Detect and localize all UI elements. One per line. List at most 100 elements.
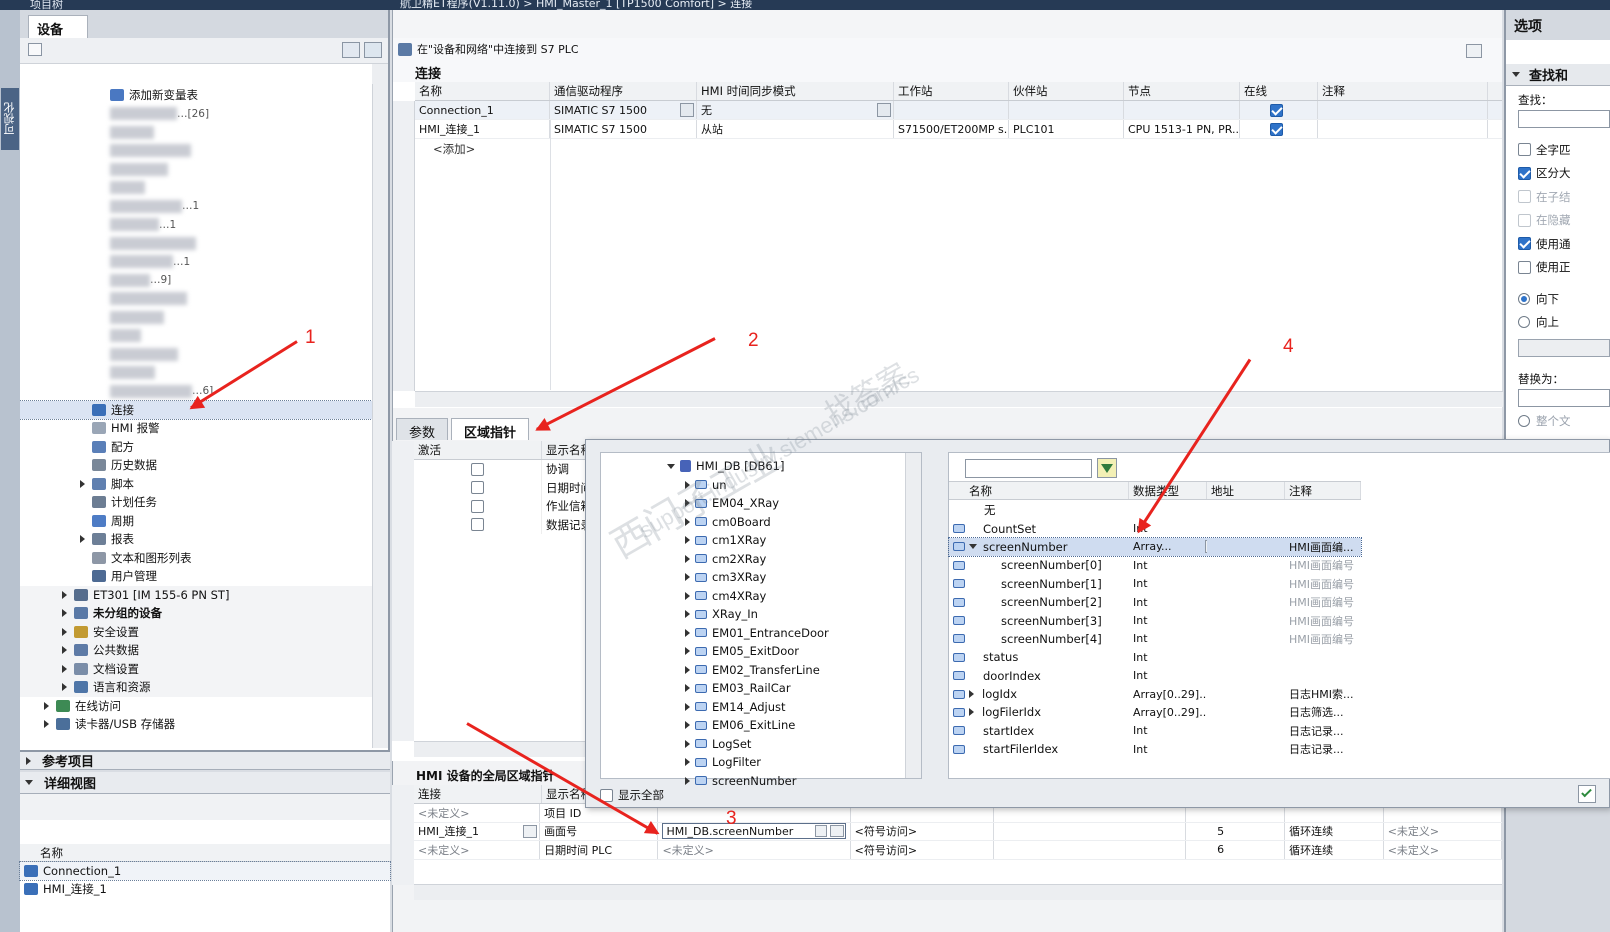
conn-col-header[interactable]: 伙伴站 <box>1009 82 1124 100</box>
chevron-right-icon[interactable] <box>685 554 690 563</box>
tag-row[interactable]: screenNumber[2] Int HMI画面编号 <box>949 593 1361 611</box>
connection-row[interactable]: Connection_1 SIMATIC S7 1500 无 <box>415 101 1502 120</box>
active-checkbox[interactable] <box>471 499 484 513</box>
global-hscroll[interactable] <box>414 884 1502 900</box>
tree-item[interactable]: ET301 [IM 155-6 PN ST] <box>20 585 372 604</box>
active-checkbox[interactable] <box>471 462 484 476</box>
tree-item[interactable]: 报表 <box>20 530 372 549</box>
array-edit-icon[interactable] <box>1205 539 1207 553</box>
tag-row[interactable]: screenNumber[1] Int HMI画面编号 <box>949 575 1361 593</box>
conn-col-header[interactable]: 节点 <box>1124 82 1240 100</box>
db-tree-item[interactable]: LogFilter <box>601 753 921 772</box>
tree-item[interactable] <box>20 142 372 161</box>
detail-row[interactable]: HMI_连接_1 <box>20 880 390 898</box>
conn-col-header[interactable]: 通信驱动程序 <box>550 82 697 100</box>
tree-item[interactable] <box>20 234 372 253</box>
tree-item[interactable]: 脚本 <box>20 475 372 494</box>
find-option-checkbox[interactable] <box>1518 213 1531 227</box>
chevron-right-icon[interactable] <box>685 573 690 582</box>
find-option-checkbox[interactable] <box>1518 143 1531 157</box>
tree-item[interactable] <box>20 345 372 364</box>
db-tree-item[interactable]: cm4XRay <box>601 587 921 606</box>
chevron-right-icon[interactable] <box>969 708 974 717</box>
chevron-right-icon[interactable] <box>62 646 67 655</box>
db-tree-item[interactable]: EM05_ExitDoor <box>601 642 921 661</box>
chevron-right-icon[interactable] <box>62 664 67 673</box>
tree-item[interactable]: …9] <box>20 271 372 290</box>
connection-row[interactable]: HMI_连接_1 SIMATIC S7 1500 从站 S71500/ET200MP … <box>415 120 1502 139</box>
db-tree-item[interactable]: EM03_RailCar <box>601 679 921 698</box>
global-pointer-row[interactable]: HMI_连接_1 画面号 HMI_DB.screenNumber <符号访问> 5 循环连… <box>414 822 1503 841</box>
tree-item[interactable]: 语言和资源 <box>20 678 372 697</box>
visualization-vtab[interactable]: 可视化 <box>1 88 19 150</box>
find-option-checkbox[interactable] <box>1518 237 1531 251</box>
global-pointer-row[interactable]: <未定义> 日期时间 PLC <未定义> <符号访问> 6 循环连续 <未定义> <box>414 841 1503 860</box>
list-view-icon[interactable] <box>342 42 360 58</box>
devices-tab[interactable]: 设备 <box>28 15 88 38</box>
chevron-right-icon[interactable] <box>969 690 974 699</box>
tree-item[interactable]: …1 <box>20 253 372 272</box>
conn-col-header[interactable]: HMI 时间同步模式 <box>697 82 894 100</box>
tree-item[interactable]: …[26] <box>20 105 372 124</box>
tree-item[interactable]: 历史数据 <box>20 456 372 475</box>
tree-item[interactable]: 计划任务 <box>20 493 372 512</box>
tag-row[interactable]: screenNumber[0] Int HMI画面编号 <box>949 556 1361 574</box>
dropdown-icon[interactable] <box>680 103 694 117</box>
active-checkbox[interactable] <box>471 481 484 495</box>
options-icon[interactable] <box>1466 44 1482 58</box>
tree-item[interactable]: 用户管理 <box>20 567 372 586</box>
tree-item[interactable]: 公共数据 <box>20 641 372 660</box>
find-input[interactable] <box>1518 110 1610 128</box>
tree-item[interactable]: 安全设置 <box>20 622 372 641</box>
tree-item[interactable] <box>20 179 372 198</box>
db-tree-item[interactable]: XRay_In <box>601 605 921 624</box>
chevron-right-icon[interactable] <box>685 610 690 619</box>
chevron-right-icon[interactable] <box>685 591 690 600</box>
confirm-icon[interactable] <box>1578 785 1596 803</box>
tag-browse-icon[interactable] <box>814 825 827 838</box>
tag-row[interactable]: screenNumber[3] Int HMI画面编号 <box>949 611 1361 629</box>
chevron-right-icon[interactable] <box>685 702 690 711</box>
chevron-right-icon[interactable] <box>62 683 67 692</box>
conn-col-header[interactable]: 名称 <box>415 82 550 100</box>
tree-item[interactable]: …1 <box>20 197 372 216</box>
add-connection[interactable]: <添加> <box>415 139 1502 158</box>
chevron-right-icon[interactable] <box>44 701 49 710</box>
tag-col-header[interactable]: 地址 <box>1207 482 1285 499</box>
tag-row[interactable]: screenNumber Array... HMI画面编... <box>948 536 1362 558</box>
chevron-right-icon[interactable] <box>62 609 67 618</box>
tree-item[interactable]: 在线访问 <box>20 697 372 716</box>
db-tree-item[interactable]: cm3XRay <box>601 568 921 587</box>
tag-row[interactable]: logFilerIdx Array[0..29]... 日志筛选... <box>949 703 1361 721</box>
search-down-radio[interactable] <box>1518 292 1530 305</box>
tree-item[interactable]: …1 <box>20 216 372 235</box>
tag-row[interactable]: startIdex Int 日志记录... <box>949 722 1361 740</box>
conn-col-header[interactable]: 注释 <box>1318 82 1488 100</box>
find-option-checkbox[interactable] <box>1518 190 1531 204</box>
ellipsis-button[interactable] <box>829 825 844 838</box>
detail-row[interactable]: Connection_1 <box>19 861 391 881</box>
db-tree-item[interactable]: EM14_Adjust <box>601 698 921 717</box>
detail-view-header[interactable]: 详细视图 <box>20 772 390 794</box>
tree-item[interactable]: 周期 <box>20 512 372 531</box>
tag-col-header[interactable]: 名称 <box>949 482 1129 499</box>
tag-row[interactable]: status Int <box>949 648 1361 666</box>
tag-row[interactable]: logIdx Array[0..29]... 日志HMI索... <box>949 685 1361 703</box>
tree-item[interactable]: 读卡器/USB 存储器 <box>20 715 372 730</box>
chevron-right-icon[interactable] <box>80 479 85 488</box>
tab-area-pointer[interactable]: 区域指针 <box>451 418 530 441</box>
chevron-right-icon[interactable] <box>685 647 690 656</box>
online-checkbox[interactable] <box>1270 122 1283 136</box>
tree-item[interactable]: HMI 报警 <box>20 419 372 438</box>
filter-icon[interactable] <box>1097 458 1117 478</box>
chevron-right-icon[interactable] <box>44 720 49 729</box>
area-pointer-row[interactable]: 协调 <box>414 460 602 479</box>
chevron-right-icon[interactable] <box>685 721 690 730</box>
ellipsis-button[interactable] <box>523 824 538 838</box>
tag-tree-scrollbar[interactable] <box>905 453 921 778</box>
chevron-right-icon[interactable] <box>685 684 690 693</box>
area-pointer-row[interactable]: 数据记录 <box>414 515 602 534</box>
find-replace-header[interactable]: 查找和 <box>1506 64 1610 86</box>
area-pointer-row[interactable]: 日期时间 <box>414 478 602 497</box>
chevron-right-icon[interactable] <box>62 627 67 636</box>
